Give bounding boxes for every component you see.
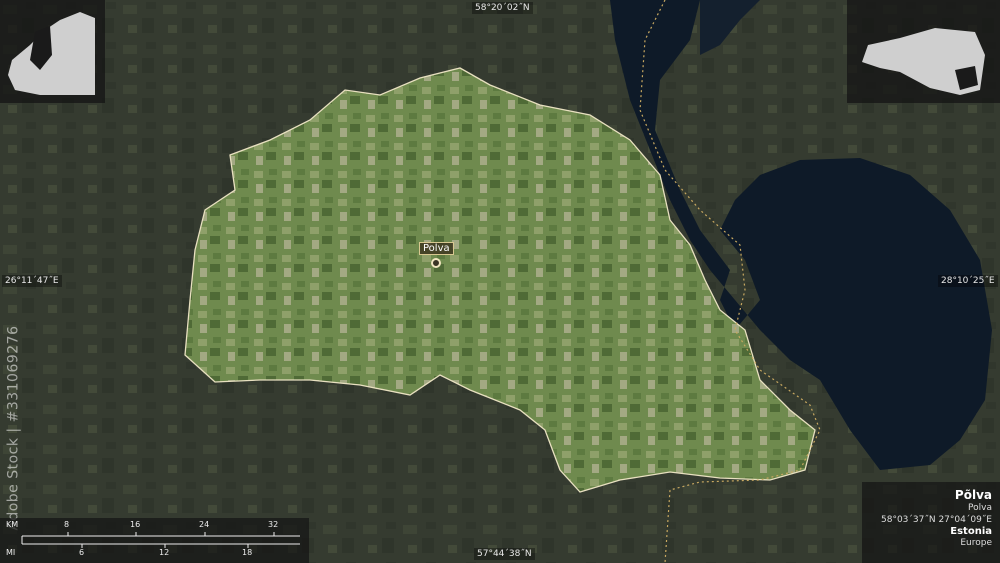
region-local-name: Polva	[968, 503, 992, 513]
scale-km-tick: 8	[64, 520, 70, 529]
scale-mi-tick: 12	[159, 548, 170, 557]
scale-km-tick: 16	[130, 520, 141, 529]
scale-mi-tick: 6	[79, 548, 85, 557]
region-continent: Europe	[960, 538, 992, 548]
graticule-left: 26°11´47˝E	[2, 275, 62, 287]
region-name: Põlva	[954, 488, 992, 502]
scale-km-unit: KM	[6, 520, 19, 529]
graticule-right: 28°10´25˝E	[938, 275, 998, 287]
scale-mi-tick: 18	[242, 548, 253, 557]
region-info-panel: Põlva Polva 58°03´37˝N 27°04´09˝E Estoni…	[862, 482, 1000, 563]
scale-bar: KM 8 16 24 32 MI 6 12 18	[0, 518, 309, 563]
region-country: Estonia	[950, 526, 992, 537]
graticule-bottom: 57°44´38˝N	[474, 548, 535, 560]
scale-km-tick: 24	[199, 520, 210, 529]
satellite-basemap	[0, 0, 1000, 563]
city-label[interactable]: Polva	[419, 242, 454, 255]
scale-mi-unit: MI	[6, 548, 16, 557]
map-view[interactable]: 58°20´02˝N 57°44´38˝N 26°11´47˝E 28°10´2…	[0, 0, 1000, 563]
city-marker-icon[interactable]	[431, 258, 441, 268]
graticule-top: 58°20´02˝N	[472, 2, 533, 14]
region-coordinates: 58°03´37˝N 27°04´09˝E	[881, 515, 992, 525]
scale-km-tick: 32	[268, 520, 279, 529]
